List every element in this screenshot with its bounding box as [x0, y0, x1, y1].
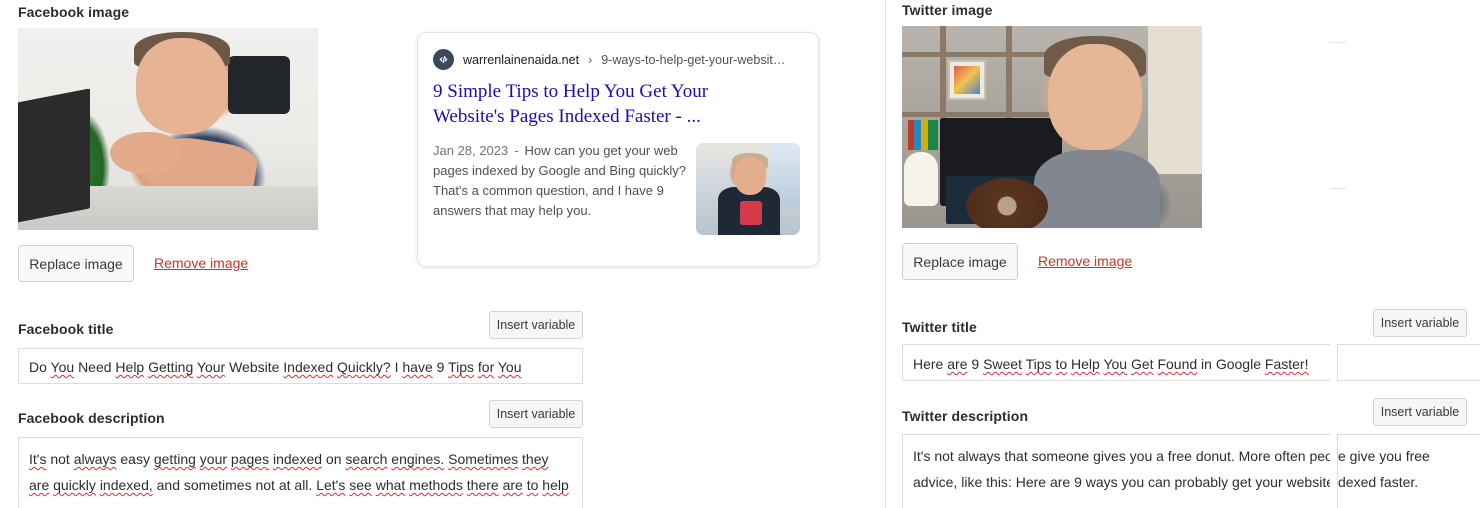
spellcheck-underline: Help — [1071, 356, 1100, 372]
spellcheck-underline: are — [502, 477, 523, 493]
laptop-shape — [18, 88, 90, 224]
facebook-remove-image-link[interactable]: Remove image — [154, 255, 248, 271]
sweater-shape — [1034, 150, 1160, 228]
twitter-image-label: Twitter image — [902, 2, 993, 18]
spellcheck-underline: Quickly? — [337, 359, 391, 375]
twitter-title-input[interactable]: Here are 9 Sweet Tips to Help You Get Fo… — [902, 344, 1330, 381]
spellcheck-underline: for — [477, 359, 495, 375]
spellcheck-underline: are — [947, 356, 968, 372]
code-brackets-icon — [433, 49, 454, 70]
twitter-title-text: Here are 9 Sweet Tips to Help You Get Fo… — [913, 356, 1309, 372]
twitter-description-text: It's not always that someone gives you a… — [913, 448, 1330, 490]
spellcheck-underline: there — [466, 477, 499, 493]
twitter-image-preview[interactable] — [902, 26, 1202, 228]
spellcheck-underline: It's — [29, 451, 47, 467]
facebook-image-label: Facebook image — [18, 4, 130, 20]
facebook-description-text: It's not always easy getting your pages … — [29, 451, 569, 508]
spellcheck-underline: to — [526, 477, 539, 493]
twitter-title-input-underlay[interactable] — [1337, 344, 1480, 381]
twitter-description-underlay-line-1: e give you free — [1338, 448, 1430, 464]
spellcheck-underline: methods — [409, 477, 463, 493]
spellcheck-underline: see — [349, 477, 372, 493]
spellcheck-underline: You — [50, 359, 75, 375]
preview-breadcrumb-separator: › — [588, 52, 593, 67]
spellcheck-underline: pages — [230, 451, 270, 467]
preview-date: Jan 28, 2023 — [433, 143, 509, 158]
mug-shape — [740, 201, 762, 225]
twitter-description-insert-variable-button-underlay[interactable]: Insert variable — [1373, 398, 1467, 426]
head-shape — [136, 38, 228, 134]
spellcheck-underline: You — [1103, 356, 1128, 372]
preview-url-path: 9-ways-to-help-get-your-websit… — [601, 52, 786, 67]
preview-title-link[interactable]: 9 Simple Tips to Help You Get Your Websi… — [433, 79, 773, 129]
chair-shape — [228, 56, 290, 114]
spellcheck-underline: what — [375, 477, 406, 493]
books-shape — [908, 120, 938, 150]
head-shape — [734, 157, 766, 195]
spellcheck-underline: Tips — [448, 359, 474, 375]
twitter-panel: Twitter image Replace image Remove image… — [886, 0, 1330, 508]
facebook-replace-image-button[interactable]: Replace image — [18, 245, 134, 282]
preview-url-row: warrenlainenaida.net › 9-ways-to-help-ge… — [433, 49, 806, 70]
seo-social-preview-panel: Facebook image Replace image Remove imag… — [0, 0, 1480, 508]
spellcheck-underline: Found — [1157, 356, 1198, 372]
spellcheck-underline: search — [345, 451, 388, 467]
shelf-shape — [902, 112, 1070, 117]
spellcheck-underline: you. — [29, 503, 55, 508]
head-shape — [1048, 44, 1142, 150]
twitter-description-label: Twitter description — [902, 408, 1029, 424]
spellcheck-underline: Help — [115, 359, 145, 375]
spellcheck-underline: Your — [196, 359, 226, 375]
twitter-description-underlay-line-2: dexed faster. — [1338, 474, 1419, 490]
facebook-title-insert-variable-button[interactable]: Insert variable — [489, 311, 583, 339]
facebook-title-label: Facebook title — [18, 321, 114, 337]
preview-thumbnail[interactable] — [696, 143, 800, 235]
twitter-remove-image-link[interactable]: Remove image — [1038, 253, 1132, 269]
facebook-title-text: Do You Need Help Getting Your Website In… — [29, 359, 522, 375]
spellcheck-underline: Getting — [148, 359, 194, 375]
lamp-shape — [904, 152, 938, 206]
facebook-image-preview[interactable] — [18, 28, 318, 230]
preview-domain: warrenlainenaida.net — [463, 52, 580, 67]
spellcheck-underline: quickly — [53, 477, 96, 493]
spellcheck-underline: Faster! — [1264, 356, 1309, 372]
spellcheck-underline: they — [522, 451, 549, 467]
spellcheck-underline: indexed, — [99, 477, 153, 493]
door-shape — [1148, 26, 1202, 174]
donut-shape — [966, 178, 1048, 228]
spellcheck-underline: have — [402, 359, 433, 375]
spellcheck-underline: engines. — [391, 451, 445, 467]
spellcheck-underline: getting — [153, 451, 196, 467]
preview-snippet: Jan 28, 2023- How can you get your web pa… — [433, 141, 691, 221]
spellcheck-underline: Sweet — [983, 356, 1022, 372]
spellcheck-underline: your — [199, 451, 228, 467]
twitter-description-textarea[interactable]: It's not always that someone gives you a… — [902, 434, 1330, 508]
spellcheck-underline: Sometimes — [448, 451, 519, 467]
facebook-description-textarea[interactable]: It's not always easy getting your pages … — [18, 437, 583, 508]
twitter-description-textarea-underlay[interactable]: e give you free dexed faster. — [1337, 434, 1480, 508]
spellcheck-underline: indexed — [272, 451, 323, 467]
spellcheck-underline: Let's — [316, 477, 346, 493]
facebook-description-insert-variable-button[interactable]: Insert variable — [489, 400, 583, 428]
spellcheck-underline: are — [29, 477, 50, 493]
spellcheck-underline: always — [73, 451, 117, 467]
twitter-replace-image-button[interactable]: Replace image — [902, 243, 1018, 280]
facebook-description-label: Facebook description — [18, 410, 165, 426]
spellcheck-underline: help — [542, 477, 569, 493]
twitter-title-label: Twitter title — [902, 319, 977, 335]
spellcheck-underline: to — [1055, 356, 1068, 372]
google-search-result-preview: warrenlainenaida.net › 9-ways-to-help-ge… — [417, 32, 819, 267]
spellcheck-underline: You — [497, 359, 522, 375]
spellcheck-underline: Indexed — [283, 359, 334, 375]
spellcheck-underline: Get — [1130, 356, 1154, 372]
hand-shape — [110, 132, 180, 174]
facebook-title-input[interactable]: Do You Need Help Getting Your Website In… — [18, 348, 583, 384]
picture-frame-shape — [948, 60, 986, 100]
twitter-title-insert-variable-button-underlay[interactable]: Insert variable — [1373, 309, 1467, 337]
preview-date-separator: - — [514, 143, 519, 158]
spellcheck-underline: Tips — [1025, 356, 1052, 372]
